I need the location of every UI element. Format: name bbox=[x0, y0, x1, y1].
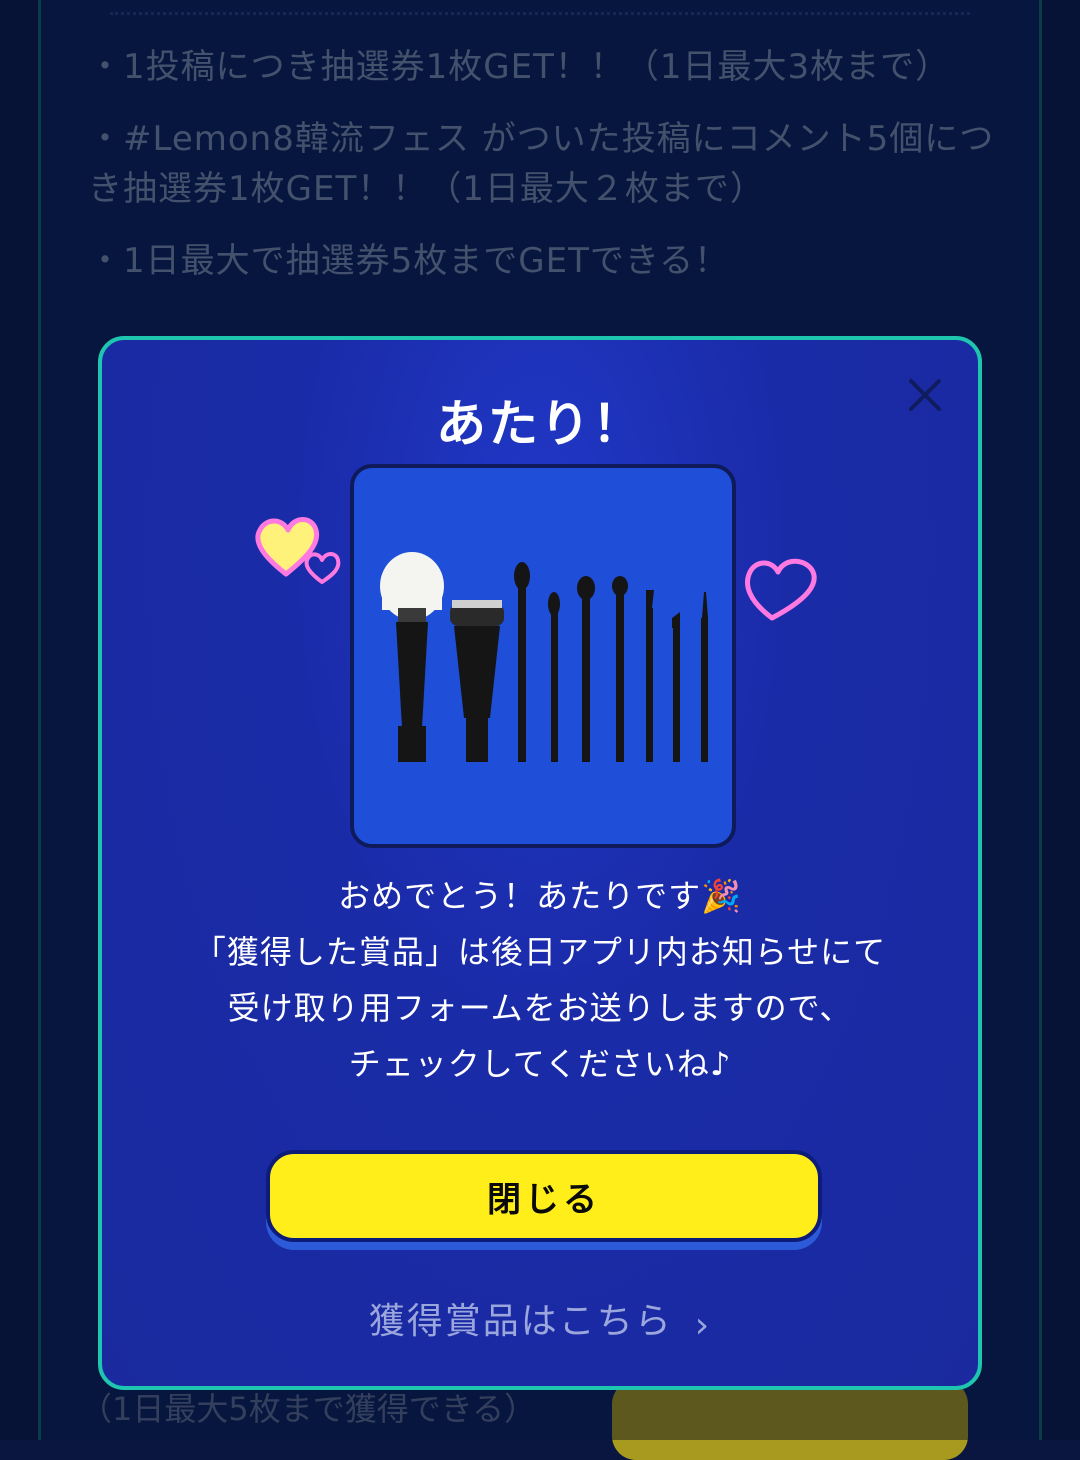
win-message: おめでとう！あたりです🎉 「獲得した賞品」は後日アプリ内お知らせにて 受け取り用… bbox=[102, 868, 978, 1092]
message-line: チェックしてくださいね♪ bbox=[348, 1045, 732, 1083]
close-button[interactable]: 閉じる bbox=[266, 1150, 822, 1242]
brush-set-illustration bbox=[380, 552, 708, 762]
prize-link[interactable]: 獲得賞品はこちら › bbox=[102, 1292, 978, 1346]
message-line: 受け取り用フォームをお送りしますので、 bbox=[227, 989, 853, 1027]
heart-icon bbox=[745, 558, 817, 621]
prize-image bbox=[350, 464, 736, 848]
message-line: おめでとう！あたりです🎉 bbox=[338, 877, 742, 915]
chevron-right-icon: › bbox=[694, 1305, 712, 1346]
close-icon[interactable] bbox=[908, 378, 942, 412]
prize-link-label: 獲得賞品はこちら bbox=[368, 1301, 673, 1342]
heart-icon bbox=[255, 517, 341, 584]
modal-title: あたり！ bbox=[436, 395, 644, 453]
message-line: 「獲得した賞品」は後日アプリ内お知らせにて bbox=[193, 933, 887, 971]
win-modal: あたり！ おめでとう！あたりです🎉 「獲得した賞品」は後日アプリ内お知らせにて … bbox=[98, 336, 982, 1390]
